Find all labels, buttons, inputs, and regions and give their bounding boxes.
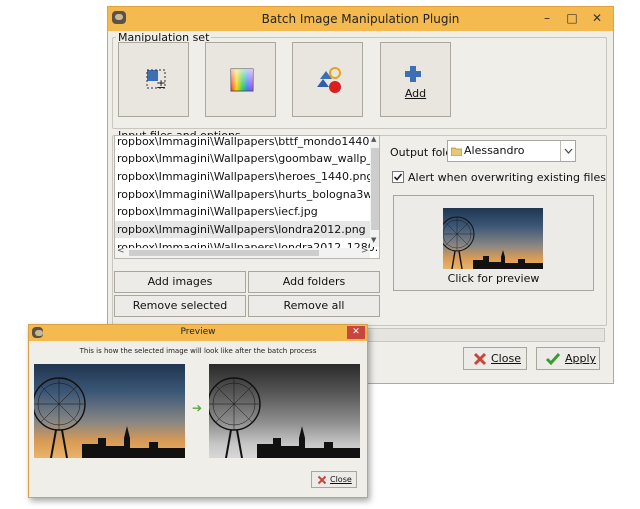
- main-title-bar[interactable]: Batch Image Manipulation Plugin – □ ✕: [108, 7, 613, 31]
- processed-image: [209, 364, 360, 458]
- shapes-icon: [317, 67, 341, 93]
- maximize-button[interactable]: □: [560, 9, 584, 27]
- vertical-scroll-thumb[interactable]: [371, 148, 379, 230]
- scroll-left-arrow[interactable]: <: [117, 246, 125, 256]
- alert-overwrite-label: Alert when overwriting existing files: [408, 171, 606, 184]
- preview-close-x-button[interactable]: ✕: [347, 326, 365, 339]
- scroll-down-arrow[interactable]: ▼: [371, 236, 376, 244]
- close-label: Close: [491, 352, 521, 365]
- london-eye-silhouette: [443, 216, 543, 269]
- file-list-item[interactable]: ropbox\Immagini\Wallpapers\bttf_mondo144…: [115, 136, 378, 150]
- color-palette-icon: [230, 68, 254, 92]
- add-label: Add: [404, 87, 427, 100]
- checkmark-icon: [393, 173, 403, 181]
- close-x-icon: [473, 352, 487, 366]
- minimize-button[interactable]: –: [535, 9, 559, 27]
- file-list-item[interactable]: ropbox\Immagini\Wallpapers\londra2012.pn…: [115, 221, 378, 238]
- close-button[interactable]: Close: [463, 347, 527, 370]
- preview-close-button[interactable]: Close: [311, 471, 357, 488]
- preview-description: This is how the selected image will look…: [79, 347, 317, 355]
- file-list[interactable]: ropbox\Immagini\Wallpapers\bttf_mondo144…: [114, 135, 380, 259]
- thumbnail-image: [443, 208, 543, 269]
- apply-check-icon: [545, 353, 561, 366]
- file-list-item[interactable]: ropbox\Immagini\Wallpapers\iecf.jpg: [115, 203, 378, 220]
- resize-manipulation-button[interactable]: ±: [118, 42, 189, 117]
- output-folder-value: Alessandro: [464, 144, 525, 157]
- remove-selected-button[interactable]: Remove selected: [114, 295, 246, 317]
- remove-all-button[interactable]: Remove all: [248, 295, 380, 317]
- original-image: [34, 364, 185, 458]
- file-list-item[interactable]: ropbox\Immagini\Wallpapers\goombaw_wallp…: [115, 150, 378, 167]
- apply-label: Apply: [565, 352, 597, 365]
- preview-title-bar[interactable]: Preview ✕: [29, 325, 367, 341]
- processed-london-silhouette: [209, 377, 360, 458]
- chevron-down-icon[interactable]: [560, 141, 576, 161]
- preview-thumbnail-button[interactable]: Click for preview: [393, 195, 594, 291]
- horizontal-scrollbar[interactable]: < >: [115, 246, 370, 258]
- svg-text:±: ±: [156, 77, 166, 91]
- add-folders-button[interactable]: Add folders: [248, 271, 380, 293]
- vertical-scrollbar[interactable]: ▲ ▼: [370, 136, 379, 247]
- apply-button[interactable]: Apply: [536, 347, 600, 370]
- file-list-item[interactable]: ropbox\Immagini\Wallpapers\hurts_bologna…: [115, 186, 378, 203]
- plus-icon: [405, 66, 421, 82]
- preview-caption: Click for preview: [447, 272, 540, 285]
- alert-overwrite-checkbox[interactable]: [392, 171, 404, 183]
- close-window-button[interactable]: ✕: [585, 9, 609, 27]
- close-x-icon: [317, 475, 327, 485]
- add-manipulation-button[interactable]: Add: [380, 42, 451, 117]
- original-london-silhouette: [34, 377, 185, 458]
- shapes-manipulation-button[interactable]: [292, 42, 363, 117]
- preview-close-label: Close: [330, 475, 352, 484]
- preview-title: Preview: [180, 327, 216, 337]
- file-list-item[interactable]: ropbox\Immagini\Wallpapers\heroes_1440.p…: [115, 168, 378, 185]
- resize-icon: ±: [146, 69, 166, 91]
- preview-window: Preview ✕ This is how the selected image…: [28, 324, 368, 498]
- arrow-right-icon: ➔: [192, 401, 203, 415]
- color-manipulation-button[interactable]: [205, 42, 276, 117]
- scroll-right-arrow[interactable]: >: [361, 246, 369, 256]
- output-folder-select[interactable]: Alessandro: [447, 140, 576, 162]
- horizontal-scroll-thumb[interactable]: [129, 250, 319, 256]
- scroll-up-arrow[interactable]: ▲: [371, 136, 376, 143]
- folder-icon: [451, 147, 462, 156]
- add-images-button[interactable]: Add images: [114, 271, 246, 293]
